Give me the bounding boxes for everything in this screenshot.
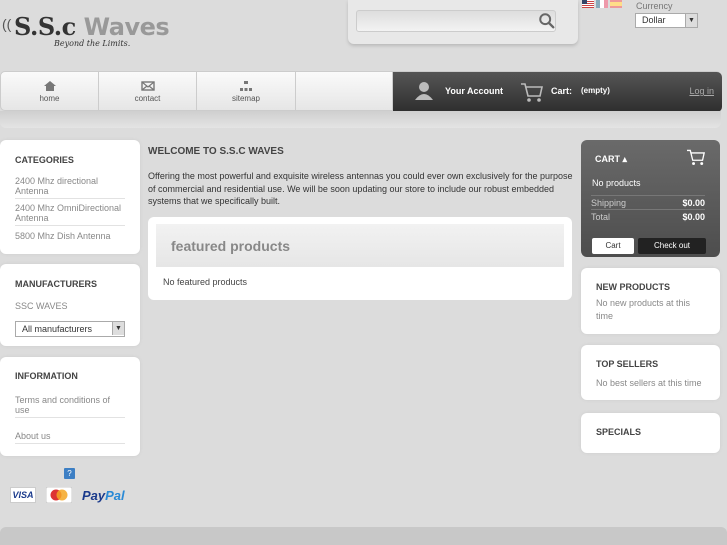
- cart-button[interactable]: Cart: [592, 238, 634, 254]
- search-input[interactable]: [356, 10, 556, 32]
- chevron-down-icon: ▼: [112, 322, 124, 335]
- cart-block: CART ▴ No products Shipping $0.00 Total …: [581, 140, 720, 257]
- cart-link[interactable]: Cart:: [551, 86, 572, 96]
- top-sellers-text: No best sellers at this time: [596, 378, 702, 388]
- account-cart-bar: Your Account Cart: (empty) Log in: [393, 72, 722, 112]
- shipping-value: $0.00: [682, 198, 705, 208]
- cart-empty-text: No products: [592, 178, 641, 188]
- featured-empty-text: No featured products: [163, 277, 248, 287]
- manufacturer-select-value: All manufacturers: [22, 324, 93, 334]
- total-label: Total: [591, 212, 611, 222]
- manufacturer-select[interactable]: All manufacturers ▼: [15, 321, 125, 337]
- welcome-title: WELCOME TO S.S.C WAVES: [148, 146, 284, 157]
- logo-text: S.S.c Waves: [14, 12, 170, 41]
- new-products-text: No new products at this time: [596, 298, 691, 321]
- login-link[interactable]: Log in: [689, 86, 714, 96]
- visa-logo: VISA: [10, 487, 36, 503]
- flag-fr-icon[interactable]: [596, 0, 608, 8]
- nav-sitemap-label: sitemap: [231, 94, 260, 103]
- home-icon: [43, 81, 56, 91]
- logo-main-text: S.S.c: [14, 12, 76, 41]
- specials-title: SPECIALS: [596, 427, 642, 437]
- help-icon[interactable]: ?: [64, 468, 75, 479]
- welcome-text: Offering the most powerful and exquisite…: [148, 171, 573, 206]
- information-title: INFORMATION: [15, 371, 78, 381]
- chevron-down-icon: ▼: [685, 14, 697, 27]
- info-link[interactable]: Terms and conditions of use: [15, 395, 125, 418]
- total-row: Total $0.00: [591, 209, 705, 222]
- user-icon[interactable]: [413, 80, 435, 102]
- caret-up-icon: ▴: [622, 154, 628, 164]
- information-block: INFORMATION Terms and conditions of use …: [0, 357, 140, 456]
- sitemap-icon: [240, 81, 252, 91]
- your-account-link[interactable]: Your Account: [445, 86, 503, 96]
- total-value: $0.00: [682, 212, 705, 222]
- new-products-title: NEW PRODUCTS: [596, 282, 670, 292]
- main-nav: home contact sitemap Your Account Cart: …: [0, 71, 722, 112]
- nav-contact-label: contact: [134, 94, 161, 103]
- category-link[interactable]: 2400 Mhz directional Antenna: [15, 176, 125, 199]
- paypal-logo-part2: Pal: [105, 487, 125, 503]
- nav-empty-slot: [296, 72, 393, 110]
- manufacturers-block: MANUFACTURERS SSC WAVES All manufacturer…: [0, 264, 140, 346]
- cart-title[interactable]: CART ▴: [595, 154, 627, 165]
- cart-icon: [687, 149, 705, 166]
- site-logo[interactable]: (( S.S.c Waves Beyond the Limits.: [2, 10, 192, 52]
- specials-block: SPECIALS: [581, 413, 720, 453]
- language-flags: [582, 0, 626, 9]
- cart-quantity: (empty): [581, 86, 610, 95]
- manufacturer-link[interactable]: SSC WAVES: [15, 301, 125, 313]
- logo-waves-text: Waves: [83, 13, 170, 41]
- categories-title: CATEGORIES: [15, 155, 74, 165]
- currency-value: Dollar: [642, 15, 666, 25]
- flag-en-icon[interactable]: [582, 0, 594, 8]
- manufacturers-title: MANUFACTURERS: [15, 279, 97, 289]
- featured-title: featured products: [171, 238, 291, 254]
- payment-logos: VISA PayPal: [10, 487, 125, 503]
- flag-es-icon[interactable]: [610, 0, 622, 8]
- nav-contact[interactable]: contact: [99, 72, 197, 110]
- cart-icon[interactable]: [520, 81, 544, 103]
- featured-header: featured products: [156, 224, 564, 267]
- featured-products-block: featured products No featured products: [148, 217, 572, 300]
- antenna-icon: ((: [2, 16, 12, 32]
- paypal-logo-part1: Pay: [82, 487, 106, 503]
- footer-bar: [0, 527, 727, 545]
- info-link[interactable]: About us: [15, 431, 125, 444]
- category-link[interactable]: 2400 Mhz OmniDirectional Antenna: [15, 203, 125, 226]
- new-products-block: NEW PRODUCTS No new products at this tim…: [581, 268, 720, 334]
- category-link[interactable]: 5800 Mhz Dish Antenna: [15, 231, 125, 243]
- nav-sitemap[interactable]: sitemap: [197, 72, 296, 110]
- shipping-row: Shipping $0.00: [591, 195, 705, 208]
- nav-home[interactable]: home: [1, 72, 99, 110]
- cart-title-text: CART: [595, 154, 620, 164]
- categories-block: CATEGORIES 2400 Mhz directional Antenna …: [0, 140, 140, 254]
- search-panel: [348, 0, 578, 44]
- logo-tagline: Beyond the Limits.: [54, 39, 131, 48]
- nav-home-label: home: [39, 94, 60, 103]
- mail-icon: [140, 81, 155, 91]
- top-sellers-block: TOP SELLERS No best sellers at this time: [581, 345, 720, 400]
- currency-select[interactable]: Dollar ▼: [635, 13, 698, 28]
- nav-subbar: [0, 111, 721, 128]
- paypal-logo: PayPal: [82, 488, 125, 503]
- mastercard-logo: [46, 487, 72, 503]
- search-icon[interactable]: [538, 12, 556, 30]
- currency-label: Currency: [636, 1, 673, 11]
- checkout-button[interactable]: Check out: [638, 238, 706, 254]
- shipping-label: Shipping: [591, 198, 627, 208]
- top-sellers-title: TOP SELLERS: [596, 359, 659, 369]
